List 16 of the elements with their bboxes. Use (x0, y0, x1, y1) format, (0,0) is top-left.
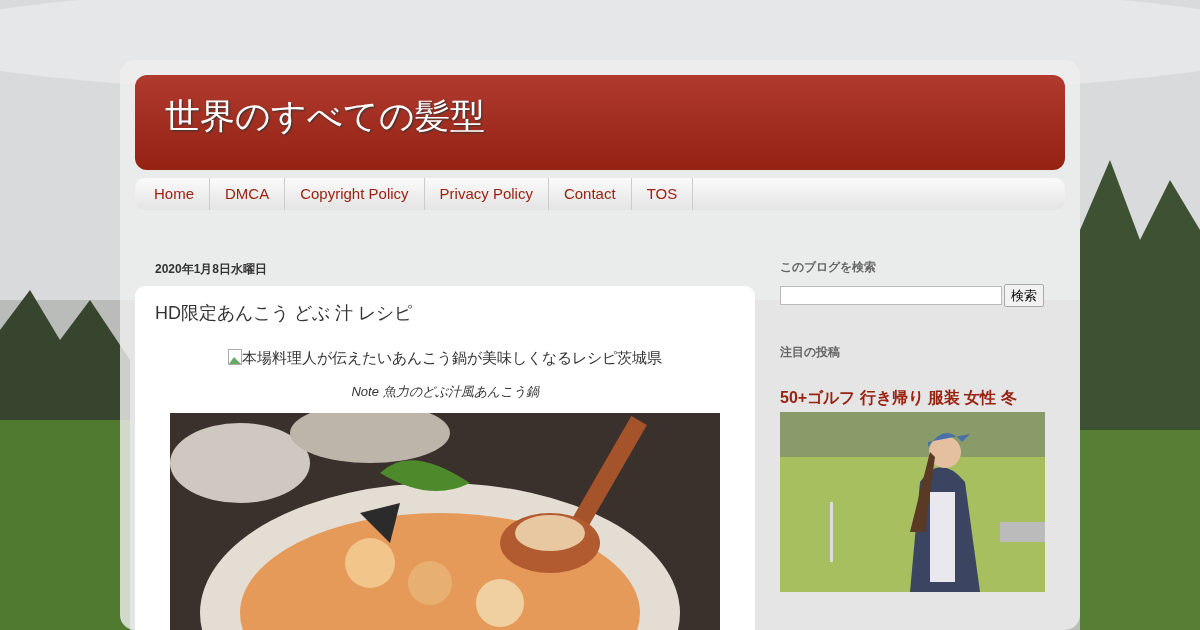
broken-image-icon (228, 349, 242, 365)
image-caption: Note 魚力のどぶ汁風あんこう鍋 (350, 382, 541, 401)
nav-link[interactable]: Home (139, 178, 210, 210)
nav-link[interactable]: DMCA (210, 178, 286, 210)
post-title[interactable]: HD限定あんこう どぶ 汁 レシピ (155, 300, 735, 327)
section-heading: 注目の投稿 (780, 344, 841, 361)
nav-link[interactable]: Contact (548, 178, 632, 210)
post-date: 2020年1月8日水曜日 (155, 261, 269, 278)
section-heading: このブログを検索 (780, 259, 877, 276)
nav-link[interactable]: Copyright Policy (285, 178, 425, 210)
image-alt-text: 本場料理人が伝えたいあんこう鍋が美味しくなるレシピ茨城県 (155, 347, 735, 370)
nav-link[interactable]: Privacy Policy (424, 178, 549, 210)
search-field[interactable] (780, 286, 1002, 305)
search-button[interactable]: 検索 (1004, 284, 1044, 307)
featured-post-title[interactable]: 50+ゴルフ 行き帰り 服装 女性 冬 (780, 386, 1045, 410)
nav-link[interactable]: TOS (631, 178, 694, 210)
